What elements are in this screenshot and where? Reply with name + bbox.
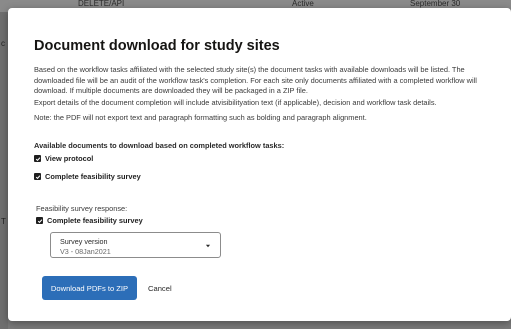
checkbox-label: View protocol xyxy=(45,154,94,163)
checkbox-checked-icon xyxy=(36,217,43,224)
download-pdfs-button[interactable]: Download PDFs to ZIP xyxy=(42,276,137,300)
complete-feasibility-survey-checkbox[interactable]: Complete feasibility survey xyxy=(34,172,141,181)
feasibility-response-checkbox[interactable]: Complete feasibility survey xyxy=(36,216,143,225)
checkbox-label: Complete feasibility survey xyxy=(47,216,143,225)
description-paragraph: Based on the workflow tasks affiliated w… xyxy=(34,65,477,96)
cancel-button[interactable]: Cancel xyxy=(148,276,172,300)
checkbox-checked-icon xyxy=(34,155,41,162)
dialog-title: Document download for study sites xyxy=(34,38,280,54)
select-value: V3 - 08Jan2021 xyxy=(60,247,111,256)
view-protocol-checkbox[interactable]: View protocol xyxy=(34,154,93,163)
background-text: c xyxy=(1,39,5,48)
background-text: September 30 xyxy=(410,0,461,8)
download-dialog: Document download for study sites Based … xyxy=(8,8,511,321)
feasibility-response-label: Feasibility survey response: xyxy=(36,204,128,213)
chevron-down-icon xyxy=(205,244,211,248)
background-text: DELETE/API xyxy=(78,0,125,8)
background-text: T xyxy=(1,217,6,226)
checkbox-label: Complete feasibility survey xyxy=(45,172,141,181)
background-left-edge: c T xyxy=(0,12,8,329)
background-text: Active xyxy=(292,0,314,8)
export-details-paragraph: Export details of the document completio… xyxy=(34,98,437,107)
available-documents-label: Available documents to download based on… xyxy=(34,141,285,150)
checkbox-checked-icon xyxy=(34,173,41,180)
select-label: Survey version xyxy=(60,237,108,246)
pdf-note-paragraph: Note: the PDF will not export text and p… xyxy=(34,113,367,122)
survey-version-select[interactable]: Survey version V3 - 08Jan2021 xyxy=(50,232,221,258)
